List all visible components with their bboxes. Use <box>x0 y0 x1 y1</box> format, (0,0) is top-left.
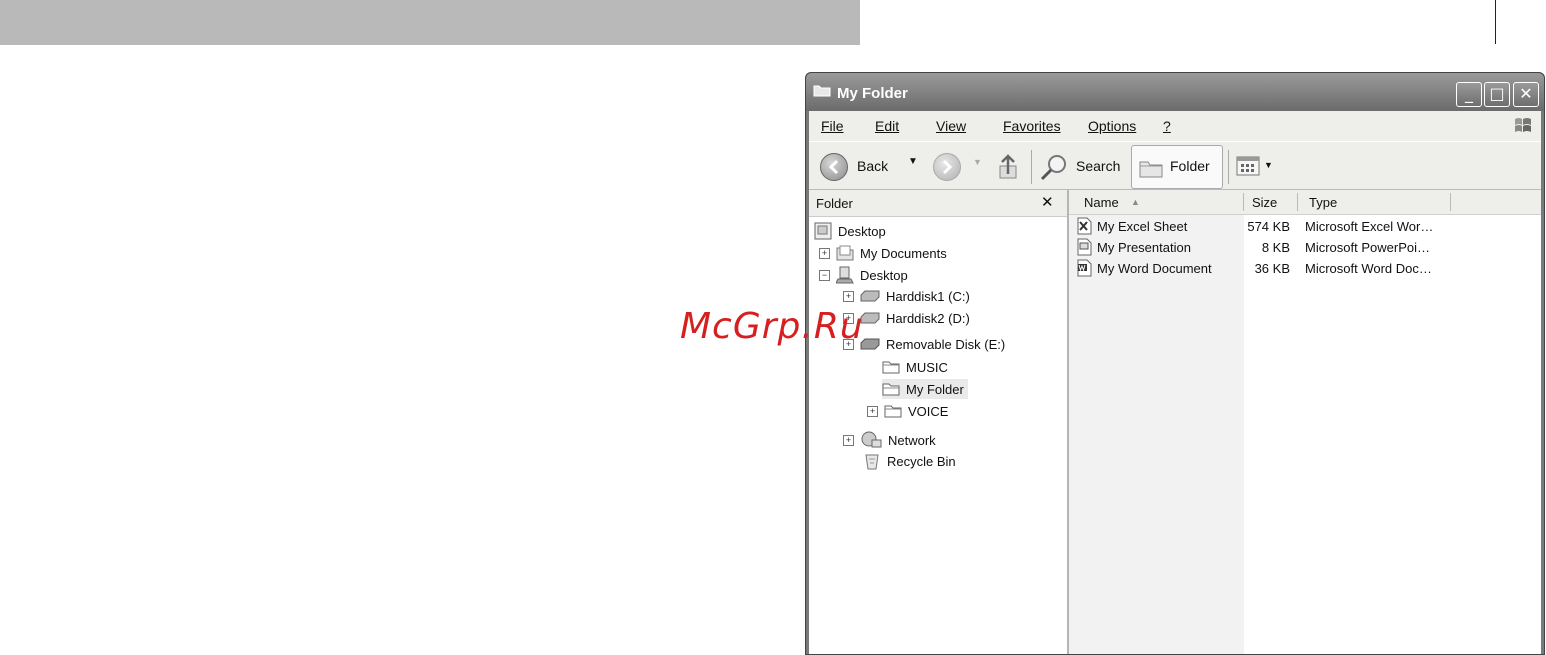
folder-icon <box>1139 161 1163 178</box>
expand-icon[interactable]: + <box>843 290 854 302</box>
file-row[interactable]: My Word Document 36 KB Microsoft Word Do… <box>1069 258 1541 279</box>
folder-tree-pane: Folder ✕ Desktop + My Documents − Deskto… <box>809 190 1069 654</box>
tree-item-label: Harddisk2 (D:) <box>886 310 970 326</box>
recycle-bin-icon <box>865 454 879 470</box>
file-row[interactable]: My Presentation 8 KB Microsoft PowerPoi… <box>1069 237 1541 258</box>
word-file-icon <box>1077 259 1092 277</box>
watermark-text: McGrp.Ru <box>680 306 864 347</box>
expand-icon[interactable]: + <box>867 405 878 417</box>
tree-item-label: My Documents <box>860 245 947 261</box>
list-header: Name ▲ Size Type <box>1069 190 1541 215</box>
folder-up-icon[interactable] <box>996 152 1022 182</box>
folder-pane-header: Folder ✕ <box>809 190 1067 217</box>
title-bar[interactable]: My Folder _ □ ✕ <box>806 73 1544 111</box>
views-dropdown-icon[interactable]: ▼ <box>1264 160 1273 170</box>
tree-item-label: Network <box>888 432 936 448</box>
menu-help[interactable]: ? <box>1163 118 1171 134</box>
tree-item-label: Removable Disk (E:) <box>886 336 1006 352</box>
excel-file-icon <box>1077 217 1092 235</box>
views-icon[interactable] <box>1236 155 1262 179</box>
tree-item-my-folder[interactable]: My Folder <box>882 379 968 399</box>
close-pane-icon[interactable]: ✕ <box>1041 193 1054 211</box>
menu-options[interactable]: Options <box>1088 118 1136 134</box>
file-list-pane: Name ▲ Size Type My Excel Sheet 574 KB M… <box>1069 190 1541 654</box>
back-dropdown-icon[interactable]: ▼ <box>908 156 918 167</box>
menu-bar: File Edit View Favorites Options ? <box>809 111 1541 141</box>
menu-file[interactable]: File <box>821 118 844 134</box>
tree-item-label: My Folder <box>906 381 964 397</box>
expand-icon[interactable]: + <box>843 434 854 446</box>
toolbar: Back ▼ ▼ Search Folder ▼ <box>809 141 1541 190</box>
menu-view[interactable]: View <box>936 118 966 134</box>
computer-icon <box>836 266 854 284</box>
column-separator <box>1297 193 1298 211</box>
folder-pane-title: Folder <box>816 196 853 211</box>
maximize-button[interactable]: □ <box>1484 82 1510 107</box>
folders-toggle-button[interactable]: Folder <box>1131 145 1223 189</box>
forward-dropdown-icon[interactable]: ▼ <box>973 157 982 167</box>
collapse-icon[interactable]: − <box>819 269 830 281</box>
file-type: Microsoft Word Doc… <box>1305 261 1432 276</box>
folder-open-icon <box>882 383 900 396</box>
menu-edit[interactable]: Edit <box>875 118 899 134</box>
file-size: 574 KB <box>1247 219 1290 234</box>
desktop-icon <box>814 222 832 240</box>
folder-icon <box>884 405 902 418</box>
file-type: Microsoft PowerPoi… <box>1305 240 1430 255</box>
page-header-bar <box>0 0 860 45</box>
tree-item-label: Harddisk1 (C:) <box>886 288 970 304</box>
tree-item-recycle-bin[interactable]: Recycle Bin <box>863 451 956 471</box>
back-button[interactable]: Back <box>857 158 888 174</box>
tree-item-desktop[interactable]: Desktop <box>814 221 886 241</box>
file-name: My Word Document <box>1097 261 1212 276</box>
tree-item-voice[interactable]: + VOICE <box>867 401 948 421</box>
file-name: My Excel Sheet <box>1097 219 1188 234</box>
file-size: 36 KB <box>1254 261 1290 276</box>
toolbar-separator <box>1228 150 1229 184</box>
column-header-size[interactable]: Size <box>1252 195 1277 210</box>
folder-icon <box>882 361 900 374</box>
column-separator <box>1450 193 1451 211</box>
menu-favorites[interactable]: Favorites <box>1003 118 1061 134</box>
column-separator <box>1243 193 1244 211</box>
column-header-type[interactable]: Type <box>1309 195 1337 210</box>
search-button[interactable]: Search <box>1076 158 1120 174</box>
file-type: Microsoft Excel Wor… <box>1305 219 1434 234</box>
sort-ascending-icon: ▲ <box>1131 197 1140 207</box>
search-icon[interactable] <box>1039 153 1069 183</box>
page-header-rule <box>1495 0 1496 44</box>
explorer-window: My Folder _ □ ✕ File Edit View Favorites… <box>805 72 1545 655</box>
drive-icon <box>860 290 880 302</box>
folder-icon <box>813 85 831 97</box>
tree-item-network[interactable]: + Network <box>843 430 936 450</box>
folder-button-label: Folder <box>1170 158 1210 174</box>
network-icon <box>861 431 882 448</box>
file-size: 8 KB <box>1261 240 1290 255</box>
file-name: My Presentation <box>1097 240 1191 255</box>
close-button[interactable]: ✕ <box>1513 82 1539 107</box>
tree-item-label: Desktop <box>860 267 908 283</box>
tree-item-label: Desktop <box>838 223 886 239</box>
minimize-button[interactable]: _ <box>1456 82 1482 107</box>
file-row[interactable]: My Excel Sheet 574 KB Microsoft Excel Wo… <box>1069 216 1541 237</box>
tree-item-music[interactable]: MUSIC <box>882 357 948 377</box>
tree-item-harddisk1[interactable]: + Harddisk1 (C:) <box>843 286 970 306</box>
window-title: My Folder <box>837 85 908 102</box>
tree-item-desktop-computer[interactable]: − Desktop <box>819 265 908 285</box>
documents-icon <box>836 245 854 261</box>
expand-icon[interactable]: + <box>819 247 830 259</box>
tree-item-removable-disk[interactable]: + Removable Disk (E:) <box>843 334 1005 354</box>
forward-arrow-icon[interactable] <box>933 153 961 181</box>
windows-logo-icon <box>1515 118 1531 132</box>
tree-item-label: MUSIC <box>906 359 948 375</box>
tree-item-label: VOICE <box>908 403 949 419</box>
back-arrow-icon[interactable] <box>820 153 848 181</box>
toolbar-separator <box>1031 150 1032 184</box>
powerpoint-file-icon <box>1077 238 1092 256</box>
column-header-name[interactable]: Name <box>1084 195 1119 210</box>
tree-item-label: Recycle Bin <box>887 453 956 469</box>
tree-item-my-documents[interactable]: + My Documents <box>819 243 947 263</box>
